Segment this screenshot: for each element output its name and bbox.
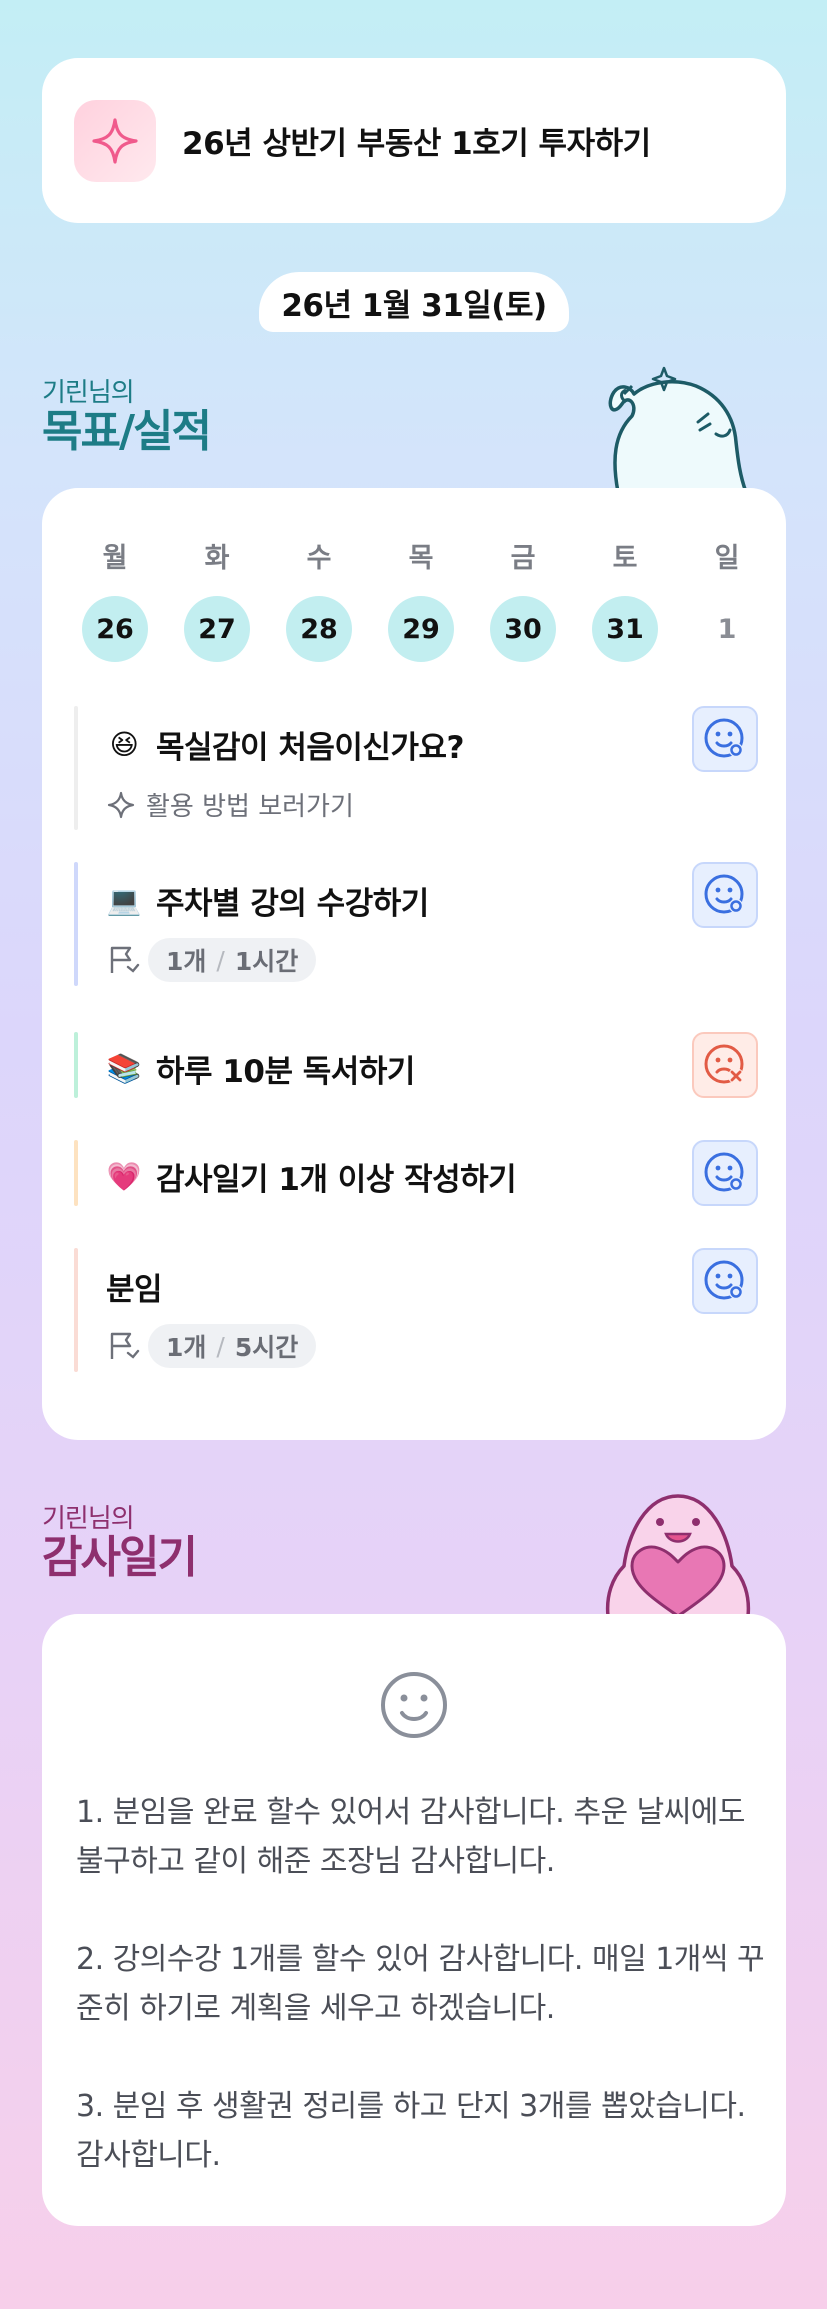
guide-link-label: 활용 방법 보러가기 [146,792,354,822]
date-label[interactable]: 26년 1월 31일(토) [259,272,569,332]
diary-heading-small: 기린님의 [42,1504,135,1534]
sparkle-icon [74,99,156,182]
progress-time: 5시간 [234,1333,299,1362]
status-done-button[interactable] [692,862,758,928]
item-accent-bar [74,706,78,830]
goal-item-diary[interactable]: 💗 감사일기 1개 이상 작성하기 [74,1140,758,1206]
diary-heading-big: 감사일기 [42,1532,198,1583]
item-title-row: 분임 [106,1264,163,1309]
day-cell[interactable]: 26 [64,596,166,662]
books-emoji-icon: 📚 [106,1052,142,1085]
flag-icon [110,946,140,973]
item-title-row: 😆 목실감이 처음이신가요? [106,722,465,767]
day-number: 1 [717,613,737,645]
laughing-emoji-icon: 😆 [109,728,139,761]
goal-item-lecture[interactable]: 💻 주차별 강의 수강하기 1개/1시간 [74,862,758,986]
guide-link[interactable]: 활용 방법 보러가기 [106,786,354,823]
item-progress: 1개/1시간 [106,938,317,982]
day-cell[interactable]: 30 [472,596,574,662]
item-progress: 1개/5시간 [106,1324,317,1368]
progress-count: 1개 [166,947,207,976]
item-title: 목실감이 처음이신가요? [156,730,464,766]
smiley-check-icon [704,1260,744,1300]
item-accent-bar [74,862,78,986]
goal-card[interactable]: 26년 상반기 부동산 1호기 투자하기 [42,58,786,223]
goal-heading-big: 목표/실적 [42,406,212,457]
sparkle-outline-icon [107,791,135,818]
item-accent-bar [74,1032,78,1098]
flag-icon [110,1332,140,1359]
goal-section-heading: 기린님의 목표/실적 [42,372,212,457]
weekday-label: 토 [612,543,638,574]
day-number: 30 [490,596,556,662]
item-accent-bar [74,1140,78,1206]
heart-emoji-icon: 💗 [106,1160,142,1193]
day-number: 27 [184,596,250,662]
progress-chip: 1개/5시간 [148,1324,317,1368]
item-title: 감사일기 1개 이상 작성하기 [156,1162,517,1198]
goal-title: 26년 상반기 부동산 1호기 투자하기 [182,126,651,162]
weekday-label: 월 [102,543,128,574]
weekday-label: 목 [408,543,434,574]
diary-card[interactable]: 1. 분임을 완료 할수 있어서 감사합니다. 추운 날씨에도 불구하고 같이 … [42,1614,786,2226]
day-cell[interactable]: 28 [268,596,370,662]
diary-section-heading: 기린님의 감사일기 [42,1498,198,1583]
diary-entry: 1. 분임을 완료 할수 있어서 감사합니다. 추운 날씨에도 불구하고 같이 … [76,1795,746,1879]
mascot-heart-illustration [598,1490,758,1620]
diary-entry: 2. 강의수강 1개를 할수 있어 감사합니다. 매일 1개씩 꾸준히 하기로 … [76,1942,765,2026]
goal-heading-small: 기린님의 [42,378,135,408]
goal-item-guide[interactable]: 😆 목실감이 처음이신가요? 활용 방법 보러가기 [74,706,758,830]
smiley-icon [379,1670,449,1744]
frown-x-icon [704,1044,744,1084]
smiley-check-icon [704,718,744,758]
day-number: 28 [286,596,352,662]
progress-count: 1개 [166,1333,207,1362]
item-title-row: 💻 주차별 강의 수강하기 [106,878,429,923]
day-number: 26 [82,596,148,662]
day-cell[interactable]: 1 [676,596,778,662]
status-done-button[interactable] [692,1248,758,1314]
weekday-label: 화 [204,543,230,574]
laptop-emoji-icon: 💻 [106,884,142,917]
day-number: 29 [388,596,454,662]
diary-entries: 1. 분임을 완료 할수 있어서 감사합니다. 추운 날씨에도 불구하고 같이 … [76,1788,766,2180]
day-cell[interactable]: 29 [370,596,472,662]
item-title-row: 💗 감사일기 1개 이상 작성하기 [106,1154,517,1199]
day-cell-selected[interactable]: 31 [574,596,676,662]
item-title: 주차별 강의 수강하기 [156,886,429,922]
weekday-label: 일 [714,543,740,574]
smiley-check-icon [704,1152,744,1192]
item-title: 분임 [106,1272,163,1308]
progress-time: 1시간 [234,947,299,976]
item-title: 하루 10분 독서하기 [156,1054,415,1090]
weekday-label: 수 [306,543,332,574]
item-title-row: 📚 하루 10분 독서하기 [106,1046,416,1091]
smiley-check-icon [704,874,744,914]
goal-item-reading[interactable]: 📚 하루 10분 독서하기 [74,1032,758,1098]
goal-item-bunim[interactable]: 분임 1개/5시간 [74,1248,758,1372]
status-done-button[interactable] [692,706,758,772]
status-missed-button[interactable] [692,1032,758,1098]
weekday-label: 금 [510,543,536,574]
day-cell[interactable]: 27 [166,596,268,662]
mascot-thumbsup-illustration [598,364,758,496]
day-row: 26 27 28 29 30 31 1 [64,596,778,662]
weekday-row: 월 화 수 목 금 토 일 [64,536,778,575]
item-accent-bar [74,1248,78,1372]
status-done-button[interactable] [692,1140,758,1206]
day-number: 31 [592,596,658,662]
progress-chip: 1개/1시간 [148,938,317,982]
diary-entry: 3. 분임 후 생활권 정리를 하고 단지 3개를 뽑았습니다. 감사합니다. [76,2089,746,2173]
goals-card: 월 화 수 목 금 토 일 26 27 28 29 30 31 1 😆 목실감이… [42,488,786,1440]
